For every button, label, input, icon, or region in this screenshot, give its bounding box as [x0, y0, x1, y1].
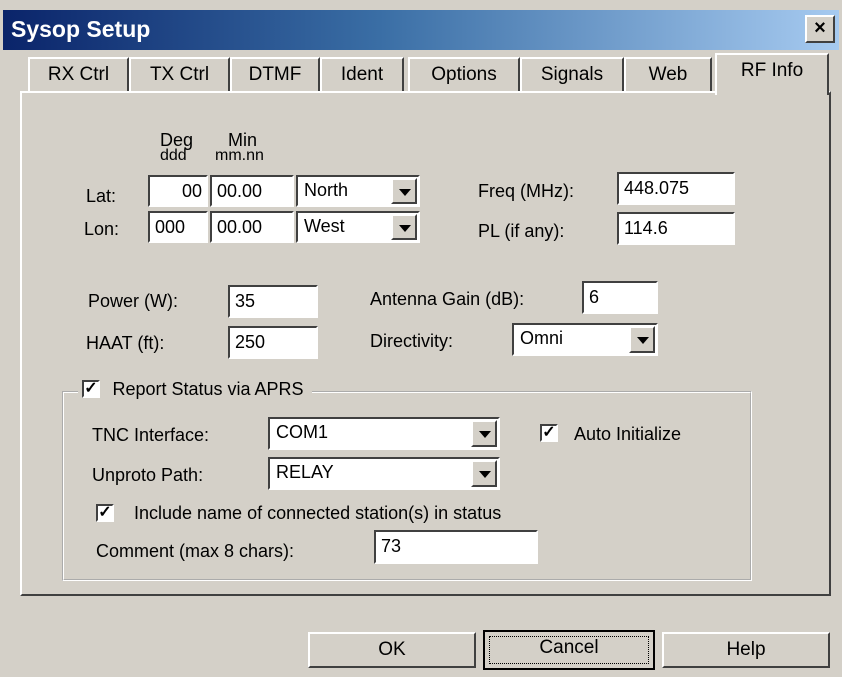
aprs-group-legend: ✓ Report Status via APRS	[78, 379, 312, 405]
tnc-interface-select[interactable]: COM1	[268, 417, 500, 450]
pl-field[interactable]: 114.6	[617, 212, 735, 245]
panel-content: Deg ddd Min mm.nn Lat: 00 00.00 North Lo…	[0, 0, 842, 677]
lon-min-field[interactable]: 00.00	[210, 211, 294, 243]
lat-deg-field[interactable]: 00	[148, 175, 208, 207]
deg-subheader: ddd	[160, 147, 187, 164]
tnc-interface-value: COM1	[276, 422, 329, 442]
cancel-button[interactable]: Cancel	[483, 630, 655, 670]
include-station-name-label: Include name of connected station(s) in …	[134, 503, 502, 523]
unproto-path-select[interactable]: RELAY	[268, 457, 500, 490]
directivity-select[interactable]: Omni	[512, 323, 658, 356]
lat-min-field[interactable]: 00.00	[210, 175, 294, 207]
ok-button-label: OK	[378, 639, 406, 660]
haat-label: HAAT (ft):	[86, 333, 165, 353]
ok-button[interactable]: OK	[308, 632, 476, 668]
lon-label: Lon:	[84, 219, 120, 239]
chevron-down-icon[interactable]	[471, 460, 497, 487]
comment-label: Comment (max 8 chars):	[96, 541, 295, 561]
power-label: Power (W):	[88, 291, 178, 311]
lat-direction-select[interactable]: North	[296, 175, 420, 207]
lat-label: Lat:	[86, 186, 117, 206]
report-aprs-checkbox[interactable]: ✓	[82, 379, 100, 398]
lon-direction-select[interactable]: West	[296, 211, 420, 243]
lat-direction-value: North	[304, 180, 349, 200]
focus-rectangle	[489, 636, 649, 664]
antenna-gain-label: Antenna Gain (dB):	[370, 289, 525, 309]
directivity-label: Directivity:	[370, 331, 454, 351]
antenna-gain-field[interactable]: 6	[582, 281, 658, 314]
directivity-value: Omni	[520, 328, 564, 348]
chevron-down-icon[interactable]	[391, 178, 417, 204]
comment-field[interactable]: 73	[374, 530, 538, 564]
include-station-name-checkbox[interactable]: ✓	[96, 504, 114, 522]
chevron-down-icon[interactable]	[471, 420, 497, 447]
sysop-setup-dialog: Sysop Setup × RX Ctrl TX Ctrl DTMF Ident…	[0, 0, 842, 677]
unproto-path-label: Unproto Path:	[92, 465, 204, 485]
freq-field[interactable]: 448.075	[617, 172, 735, 205]
help-button[interactable]: Help	[662, 632, 830, 668]
haat-field[interactable]: 250	[228, 326, 318, 359]
chevron-down-icon[interactable]	[391, 214, 417, 240]
report-aprs-label: Report Status via APRS	[112, 379, 304, 399]
freq-label: Freq (MHz):	[478, 181, 574, 201]
lon-direction-value: West	[304, 216, 345, 236]
min-subheader: mm.nn	[215, 147, 264, 164]
auto-initialize-checkbox[interactable]: ✓	[540, 424, 558, 442]
help-button-label: Help	[726, 639, 766, 660]
lon-deg-field[interactable]: 000	[148, 211, 208, 243]
chevron-down-icon[interactable]	[629, 326, 655, 353]
auto-initialize-label: Auto Initialize	[574, 424, 682, 444]
unproto-path-value: RELAY	[276, 462, 334, 482]
power-field[interactable]: 35	[228, 285, 318, 318]
pl-label: PL (if any):	[478, 221, 565, 241]
tnc-interface-label: TNC Interface:	[92, 425, 210, 445]
